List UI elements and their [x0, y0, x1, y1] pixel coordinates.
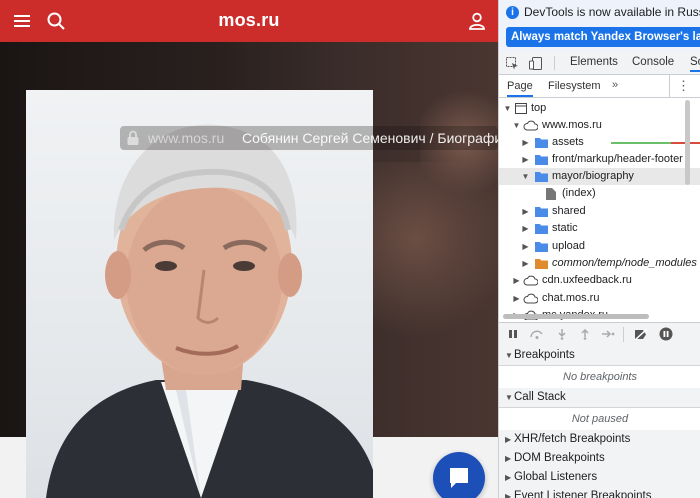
- website-viewport: mos.ru www.mos.ru Собянин Сергей Семенов…: [0, 0, 498, 498]
- address-overlay: www.mos.ru Собянин Сергей Семенович / Би…: [120, 126, 498, 150]
- tree-item-folder-selected[interactable]: ▼ mayor/biography: [499, 168, 700, 185]
- collapsed-triangle-icon[interactable]: ▶: [521, 203, 530, 220]
- dom-breakpoints-section-header[interactable]: ▶ DOM Breakpoints: [499, 449, 700, 469]
- global-listeners-section-header[interactable]: ▶ Global Listeners: [499, 468, 700, 488]
- tab-elements[interactable]: Elements: [570, 56, 618, 68]
- no-breakpoints-note: No breakpoints: [499, 366, 700, 389]
- tree-vertical-scrollbar[interactable]: [685, 100, 690, 185]
- call-stack-section-header[interactable]: ▼ Call Stack: [499, 388, 700, 408]
- step-out-icon[interactable]: [580, 328, 590, 343]
- user-icon[interactable]: [467, 11, 487, 31]
- collapsed-triangle-icon[interactable]: ▶: [521, 220, 530, 237]
- tree-item-folder-ignored[interactable]: ▶ common/temp/node_modules: [499, 255, 700, 272]
- tree-item-folder[interactable]: ▶ front/markup/header-footer: [499, 151, 700, 168]
- match-language-button[interactable]: Always match Yandex Browser's language: [506, 27, 700, 47]
- lock-icon: [126, 130, 140, 151]
- step-icon[interactable]: [602, 329, 615, 342]
- breakpoints-section-header[interactable]: ▼ Breakpoints: [499, 346, 700, 366]
- event-listener-breakpoints-section-header[interactable]: ▶ Event Listener Breakpoints: [499, 487, 700, 498]
- step-into-icon[interactable]: [557, 329, 567, 343]
- site-logo[interactable]: mos.ru: [0, 10, 498, 31]
- pause-icon[interactable]: [508, 329, 518, 342]
- mayor-portrait: [26, 90, 373, 498]
- inspect-element-icon[interactable]: [506, 57, 519, 73]
- step-over-icon[interactable]: [530, 329, 544, 342]
- file-tree: ▼ top ▼ www.mos.ru ▶ assets ▶ front/mark…: [499, 98, 700, 320]
- collapsed-triangle-icon[interactable]: ▶: [505, 468, 511, 487]
- deactivate-breakpoints-icon[interactable]: [634, 328, 648, 343]
- tree-item-folder[interactable]: ▶ shared: [499, 203, 700, 220]
- tree-item-domain[interactable]: ▶ cdn.uxfeedback.ru: [499, 272, 700, 289]
- collapsed-triangle-icon[interactable]: ▶: [505, 449, 511, 468]
- info-message: DevTools is now available in Russian!: [524, 5, 700, 19]
- tree-item-domain[interactable]: ▼ www.mos.ru: [499, 117, 700, 134]
- devtools-panel: i DevTools is now available in Russian! …: [498, 0, 700, 498]
- pause-on-exceptions-icon[interactable]: [659, 327, 673, 344]
- page-title: Собянин Сергей Семенович / Биография: [242, 130, 498, 146]
- expand-triangle-icon[interactable]: ▼: [521, 168, 530, 185]
- tab-sources[interactable]: So: [690, 56, 700, 72]
- site-header: mos.ru: [0, 0, 498, 42]
- kebab-menu-icon[interactable]: ⋮: [677, 78, 690, 94]
- devtools-tabbar: Elements Console So: [499, 52, 700, 75]
- debugger-toolbar: [499, 322, 700, 347]
- collapsed-triangle-icon[interactable]: ▶: [512, 290, 521, 307]
- expand-triangle-icon[interactable]: ▼: [505, 346, 513, 365]
- tree-item-top[interactable]: ▼ top: [499, 100, 700, 117]
- collapsed-triangle-icon[interactable]: ▶: [512, 272, 521, 289]
- chat-bubble-icon: [448, 466, 470, 495]
- expand-triangle-icon[interactable]: ▼: [503, 100, 512, 117]
- url-domain: www.mos.ru: [148, 130, 225, 146]
- tree-item-file[interactable]: (index): [499, 185, 700, 202]
- tree-item-folder[interactable]: ▶ upload: [499, 238, 700, 255]
- collapsed-triangle-icon[interactable]: ▶: [521, 134, 530, 151]
- chat-button[interactable]: [433, 452, 485, 498]
- tree-item-folder[interactable]: ▶ assets: [499, 134, 700, 151]
- xhr-breakpoints-section-header[interactable]: ▶ XHR/fetch Breakpoints: [499, 430, 700, 450]
- expand-triangle-icon[interactable]: ▼: [505, 388, 513, 407]
- expand-triangle-icon[interactable]: ▼: [512, 117, 521, 134]
- collapsed-triangle-icon[interactable]: ▶: [505, 487, 511, 498]
- device-toolbar-icon[interactable]: [529, 57, 543, 73]
- tab-console[interactable]: Console: [632, 56, 674, 68]
- not-paused-note: Not paused: [499, 408, 700, 431]
- tree-item-folder[interactable]: ▶ static: [499, 220, 700, 237]
- info-icon: i: [506, 6, 519, 19]
- sources-subtabs: Page Filesystem » ⋮: [499, 75, 700, 98]
- collapsed-triangle-icon[interactable]: ▶: [521, 151, 530, 168]
- tree-horizontal-scrollbar[interactable]: [503, 314, 649, 319]
- subtab-filesystem[interactable]: Filesystem: [548, 80, 601, 92]
- collapsed-triangle-icon[interactable]: ▶: [505, 430, 511, 449]
- tree-item-domain[interactable]: ▶ chat.mos.ru: [499, 290, 700, 307]
- collapsed-triangle-icon[interactable]: ▶: [521, 238, 530, 255]
- collapsed-triangle-icon[interactable]: ▶: [521, 255, 530, 272]
- language-infobar: i DevTools is now available in Russian! …: [499, 0, 700, 53]
- more-tabs-icon[interactable]: »: [612, 79, 618, 91]
- subtab-page[interactable]: Page: [507, 80, 533, 97]
